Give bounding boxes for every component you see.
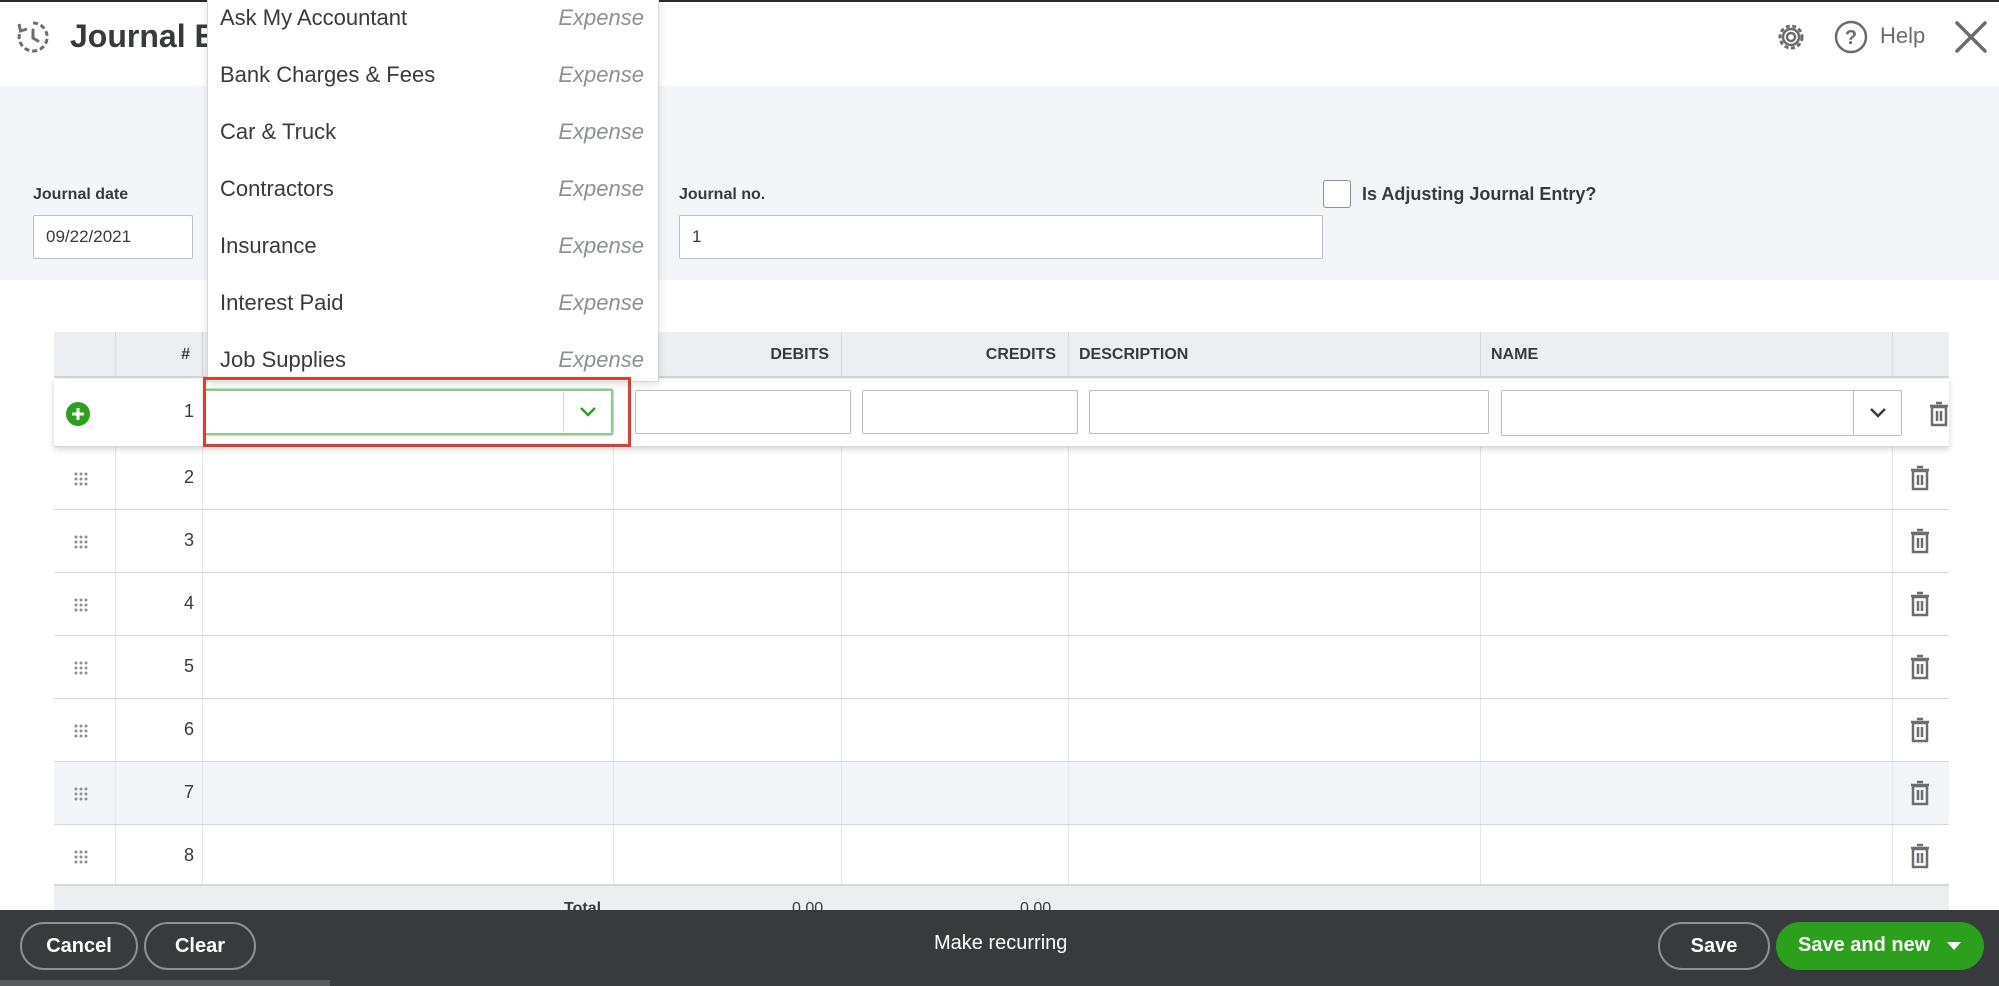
dropdown-option[interactable]: Ask My Accountant Expense [208,0,658,48]
delete-line-icon[interactable] [1909,591,1931,617]
table-row[interactable]: 4 [54,573,1949,636]
dropdown-option[interactable]: Bank Charges & Fees Expense [208,48,658,105]
option-name: Car & Truck [220,119,337,144]
add-line-icon[interactable] [65,401,91,427]
account-dropdown-list: Ask My Accountant Expense Bank Charges &… [207,0,659,382]
cancel-button[interactable]: Cancel [20,922,138,970]
option-name: Bank Charges & Fees [220,62,436,87]
drag-handle-icon[interactable] [73,597,89,613]
delete-line-icon[interactable] [1928,401,1950,427]
col-header-credits: CREDITS [841,332,1068,378]
save-button[interactable]: Save [1658,922,1770,970]
row-number: 6 [183,719,194,739]
delete-line-icon[interactable] [1909,465,1931,491]
option-name: Contractors [220,176,334,201]
adjusting-entry-label: Is Adjusting Journal Entry? [1362,184,1597,204]
row-number: 8 [183,845,194,865]
option-type: Expense [558,233,644,258]
help-icon[interactable]: ? [1833,19,1869,55]
chevron-down-icon[interactable] [1853,391,1901,435]
scroll-indicator [0,980,330,986]
help-label[interactable]: Help [1880,23,1925,49]
col-header-actions [1892,332,1949,378]
credits-input[interactable] [862,390,1078,434]
row-number: 1 [183,401,194,421]
account-select[interactable] [204,389,613,435]
option-name: Interest Paid [220,290,344,315]
journal-date-label: Journal date [33,186,129,203]
option-name: Job Supplies [220,347,346,372]
debits-input[interactable] [635,390,851,434]
drag-handle-icon[interactable] [73,660,89,676]
gear-icon[interactable] [1773,19,1809,55]
name-select[interactable] [1501,390,1902,436]
delete-line-icon[interactable] [1909,528,1931,554]
option-type: Expense [558,347,644,372]
delete-line-icon[interactable] [1909,780,1931,806]
drag-handle-icon[interactable] [73,723,89,739]
table-row[interactable]: 6 [54,699,1949,762]
chevron-down-icon[interactable] [563,391,611,433]
clear-button[interactable]: Clear [144,922,256,970]
row-number: 3 [183,530,194,550]
table-row[interactable]: 8 [54,825,1949,888]
table-row[interactable]: 2 [54,447,1949,510]
make-recurring-link[interactable]: Make recurring [934,932,1067,955]
option-name: Ask My Accountant [220,5,408,30]
option-type: Expense [558,176,644,201]
delete-line-icon[interactable] [1909,717,1931,743]
row-number: 2 [183,467,194,487]
dropdown-option[interactable]: Insurance Expense [208,219,658,276]
adjusting-entry-checkbox[interactable] [1323,180,1351,208]
drag-handle-icon[interactable] [73,471,89,487]
footer-bar: Cancel Clear Make recurring Save Save an… [0,910,1999,986]
history-icon [17,21,49,53]
option-type: Expense [558,290,644,315]
table-row[interactable]: 5 [54,636,1949,699]
journal-date-field[interactable] [33,215,193,259]
drag-handle-icon[interactable] [73,534,89,550]
drag-handle-icon[interactable] [73,786,89,802]
close-icon[interactable] [1952,18,1990,56]
dropdown-option[interactable]: Contractors Expense [208,162,658,219]
save-and-new-label[interactable]: Save and new [1798,934,1930,957]
row-number: 4 [183,593,194,613]
option-type: Expense [558,5,644,30]
description-input[interactable] [1089,390,1489,434]
delete-line-icon[interactable] [1909,843,1931,869]
row-number: 5 [183,656,194,676]
table-row[interactable]: 7 [54,762,1949,825]
caret-down-icon[interactable] [1946,940,1962,952]
option-name: Insurance [220,233,317,258]
dropdown-option[interactable]: Job Supplies Expense [208,333,658,381]
option-type: Expense [558,62,644,87]
dropdown-option[interactable]: Car & Truck Expense [208,105,658,162]
table-row[interactable]: 3 [54,510,1949,573]
table-row[interactable]: 1 [54,379,1949,447]
drag-handle-icon[interactable] [73,849,89,865]
col-header-num: # [115,332,202,378]
journal-no-field[interactable] [679,215,1323,259]
delete-line-icon[interactable] [1909,654,1931,680]
option-type: Expense [558,119,644,144]
journal-no-label: Journal no. [679,186,766,203]
dropdown-option[interactable]: Interest Paid Expense [208,276,658,333]
col-header-description: DESCRIPTION [1068,332,1480,378]
col-header-name: NAME [1480,332,1892,378]
svg-text:?: ? [1845,27,1857,49]
save-and-new-button[interactable]: Save and new [1776,922,1984,970]
row-number: 7 [183,782,194,802]
